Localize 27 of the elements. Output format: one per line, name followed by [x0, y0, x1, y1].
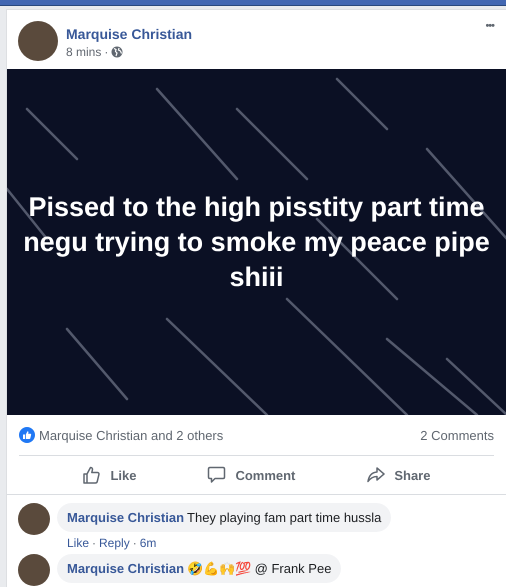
- commenter-name-link[interactable]: Marquise Christian: [67, 561, 184, 576]
- globe-icon: [111, 46, 124, 58]
- comment-button[interactable]: Comment: [199, 461, 304, 489]
- comment-text: 🤣💪🙌💯 @ Frank Pee: [187, 561, 332, 576]
- comment-text: They playing fam part time hussla: [187, 510, 382, 525]
- comment-action-link[interactable]: Reply: [99, 536, 130, 550]
- author-link[interactable]: Marquise Christian: [66, 26, 486, 43]
- more-options-button[interactable]: •••: [485, 21, 494, 31]
- separator: ·: [132, 536, 137, 550]
- share-arrow-icon: [366, 465, 386, 485]
- reactions-summary-link[interactable]: Marquise Christian and 2 others: [39, 428, 224, 442]
- like-button[interactable]: Like: [74, 461, 144, 489]
- separator: ·: [92, 536, 96, 550]
- post-time[interactable]: 8 mins: [66, 45, 102, 59]
- post-text: Pissed to the high pisstity part time negu trying to smoke my peace pipe shiii: [22, 190, 491, 294]
- comment-action-link[interactable]: 6m: [140, 536, 156, 550]
- comments-count-link[interactable]: 2 Comments: [420, 428, 494, 442]
- like-reaction-icon: [19, 427, 35, 443]
- separator: ·: [104, 45, 108, 59]
- commenter-avatar[interactable]: [18, 503, 50, 535]
- avatar[interactable]: [18, 21, 58, 61]
- speech-bubble-icon: [207, 465, 228, 485]
- share-button[interactable]: Share: [358, 461, 438, 489]
- thumbs-up-icon: [82, 465, 102, 485]
- comment-action-link[interactable]: Like: [67, 536, 90, 550]
- commenter-avatar[interactable]: [18, 554, 50, 586]
- commenter-name-link[interactable]: Marquise Christian: [67, 510, 184, 525]
